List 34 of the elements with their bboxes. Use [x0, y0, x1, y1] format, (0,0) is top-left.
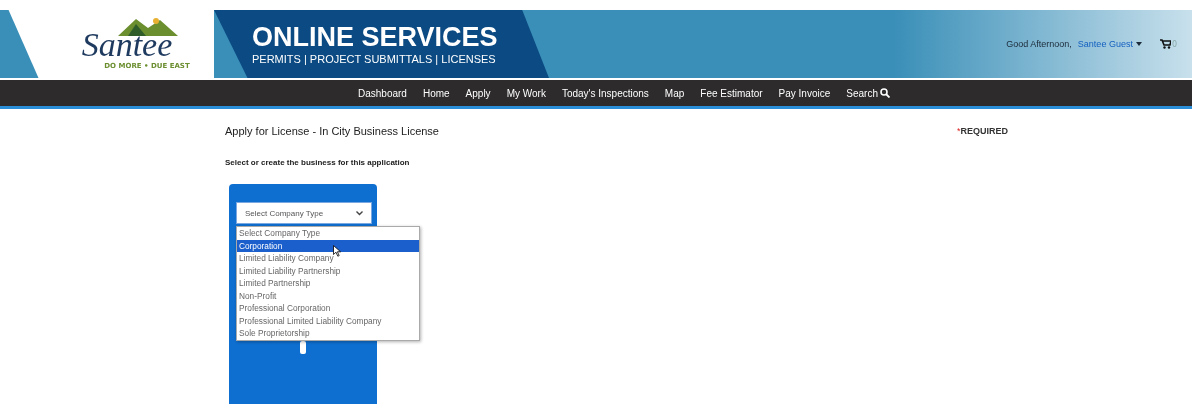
nav-link[interactable]: Dashboard: [358, 87, 407, 99]
cart-icon: [1159, 39, 1171, 49]
dropdown-option[interactable]: Professional Corporation: [237, 302, 419, 315]
instruction-text: Select or create the business for this application: [225, 158, 411, 167]
company-type-select[interactable]: Select Company Type: [236, 202, 372, 224]
dropdown-option[interactable]: Non-Profit: [237, 289, 419, 302]
dropdown-option[interactable]: Corporation: [237, 239, 419, 252]
nav-link[interactable]: Home: [422, 87, 450, 99]
dropdown-option[interactable]: Limited Liability Partnership: [237, 264, 419, 277]
dropdown-option[interactable]: Professional Limited Liability Company: [237, 314, 419, 327]
banner-subtitle: PERMITS | PROJECT SUBMITTALS | LICENSES: [252, 52, 497, 65]
search-icon: [879, 88, 890, 98]
page-title: Apply for License - In City Business License: [225, 125, 440, 137]
banner-title: ONLINE SERVICES: [252, 23, 499, 51]
dropdown-option[interactable]: Select Company Type: [237, 227, 419, 240]
nav-link[interactable]: My Work: [506, 87, 546, 99]
nav-link[interactable]: Fee Estimator: [700, 87, 763, 99]
search-link[interactable]: Search: [846, 87, 890, 99]
cursor-icon: [333, 245, 341, 257]
greeting-text: Good Afternoon,: [1006, 39, 1072, 49]
user-menu-link[interactable]: Santee Guest: [1077, 39, 1142, 49]
mountain-icon: [118, 16, 178, 36]
caret-icon: [1135, 42, 1142, 46]
chevron-icon: [356, 210, 363, 216]
logo-text: Santee: [81, 28, 173, 62]
nav-link[interactable]: Today's Inspections: [561, 87, 649, 99]
nav-link[interactable]: Map: [664, 87, 685, 99]
dropdown-option[interactable]: Sole Proprietorship: [237, 327, 419, 340]
nav-link[interactable]: Pay Invoice: [778, 87, 831, 99]
dropdown-option[interactable]: Limited Liability Company: [237, 252, 419, 265]
required-asterisk: *: [957, 126, 961, 136]
nav-link[interactable]: Apply: [465, 87, 491, 99]
dropdown-option[interactable]: Limited Partnership: [237, 277, 419, 290]
required-label: REQUIRED: [960, 126, 1009, 136]
